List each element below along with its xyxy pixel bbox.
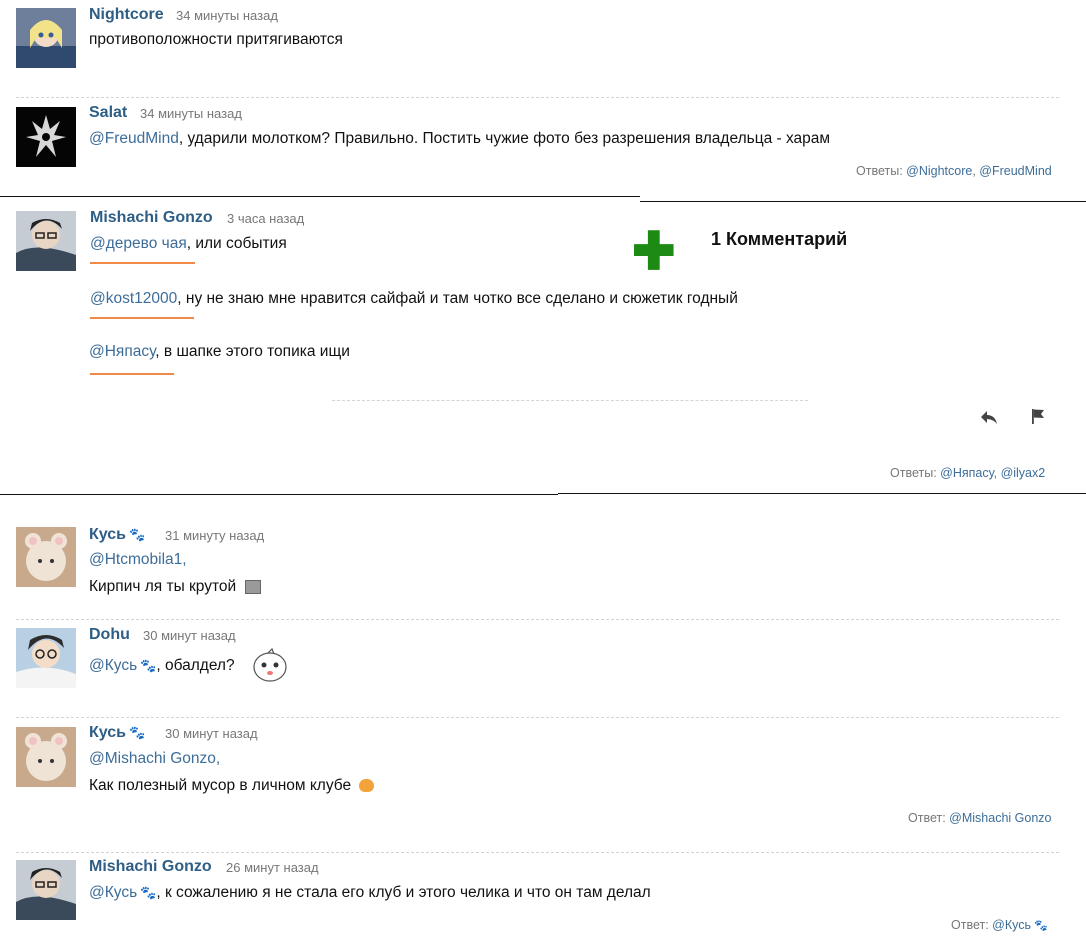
reply-link[interactable]: @Mishachi Gonzo (949, 811, 1051, 825)
comment-text: Кирпич ля ты крутой (89, 578, 261, 596)
username[interactable]: Salat (89, 104, 127, 122)
paw-icon: 🐾 (129, 526, 146, 542)
comment-text: @FreudMind, ударили молотком? Правильно.… (89, 130, 831, 147)
comment-text: Как полезный мусор в личном клубе (89, 777, 375, 795)
reply-link[interactable]: @Кусь (992, 918, 1031, 932)
paw-icon: 🐾 (140, 884, 157, 900)
highlight-border-top (0, 196, 640, 197)
mention-link[interactable]: @Кусь (89, 657, 137, 674)
username[interactable]: Nightcore (89, 6, 164, 24)
brick-emoji-icon (244, 579, 261, 594)
divider (16, 97, 1059, 98)
comment-line: @дерево чая, или события (90, 235, 287, 252)
timestamp: 31 минуту назад (165, 528, 265, 543)
timestamp: 34 минуты назад (176, 8, 278, 23)
replies-line: Ответы: @Няпасу, @ilyax2 (890, 466, 1046, 480)
reply-link[interactable]: @Nightcore (906, 164, 972, 178)
highlight-border-bottom (0, 494, 558, 495)
avatar[interactable] (16, 107, 76, 167)
divider (16, 717, 1059, 718)
mention-link[interactable]: @FreudMind (89, 130, 179, 147)
divider (16, 619, 1059, 620)
timestamp: 26 минут назад (226, 860, 319, 875)
paw-icon: 🐾 (129, 724, 146, 740)
quote-underline (90, 262, 195, 264)
reply-line: Ответ: @Кусь 🐾 (951, 918, 1048, 933)
divider (332, 400, 808, 401)
comment-line: @Няпасу, в шапке этого топика ищи (89, 343, 350, 360)
timestamp: 30 минут назад (143, 628, 236, 643)
paw-icon: 🐾 (140, 657, 157, 673)
comment-count-label: 1 Комментарий (711, 229, 848, 249)
add-comment-plus-icon[interactable]: ✚ (632, 226, 676, 278)
paw-icon: 🐾 (1034, 920, 1048, 933)
username[interactable]: Dohu (89, 626, 130, 644)
replies-line: Ответы: @Nightcore, @FreudMind (856, 164, 1052, 178)
comment-line: @kost12000, ну не знаю мне нравится сайф… (90, 290, 738, 307)
username[interactable]: Кусь 🐾 (89, 724, 145, 742)
avatar[interactable] (16, 727, 76, 787)
reply-icon[interactable] (980, 409, 998, 425)
avatar[interactable] (16, 628, 76, 688)
mention-link[interactable]: @дерево чая (90, 235, 187, 252)
username[interactable]: Mishachi Gonzo (89, 858, 212, 876)
reply-link[interactable]: @FreudMind (979, 164, 1051, 178)
comment-text: противоположности притягиваются (89, 31, 343, 48)
avatar[interactable] (16, 527, 76, 587)
mention-link[interactable]: @Htcmobila1, (89, 551, 187, 569)
timestamp: 3 часа назад (227, 211, 305, 226)
username[interactable]: Mishachi Gonzo (90, 209, 213, 227)
mention-link[interactable]: @Mishachi Gonzo, (89, 750, 220, 768)
cat-emoji-icon (359, 779, 375, 793)
timestamp: 34 минуты назад (140, 106, 242, 121)
avatar[interactable] (16, 8, 76, 68)
reply-link[interactable]: @ilyax2 (1001, 466, 1046, 480)
smiley-sticker-icon (250, 645, 290, 685)
flag-icon[interactable] (1030, 408, 1048, 424)
comment-text: @Кусь 🐾, к сожалению я не стала его клуб … (89, 884, 651, 901)
mention-link[interactable]: @Няпасу (89, 343, 155, 360)
quote-underline (90, 373, 174, 375)
mention-link[interactable]: @kost12000 (90, 290, 177, 307)
highlight-border-bottom-right (558, 493, 1086, 494)
avatar[interactable] (16, 211, 76, 271)
mention-link[interactable]: @Кусь (89, 884, 137, 901)
avatar[interactable] (16, 860, 76, 920)
divider (16, 852, 1059, 853)
reply-link[interactable]: @Няпасу (940, 466, 993, 480)
highlight-border-top-right (640, 201, 1086, 202)
quote-underline (90, 317, 194, 319)
username[interactable]: Кусь 🐾 (89, 526, 145, 544)
timestamp: 30 минут назад (165, 726, 258, 741)
comment-text: @Кусь 🐾, обалдел? (89, 657, 235, 674)
reply-line: Ответ: @Mishachi Gonzo (908, 811, 1052, 825)
